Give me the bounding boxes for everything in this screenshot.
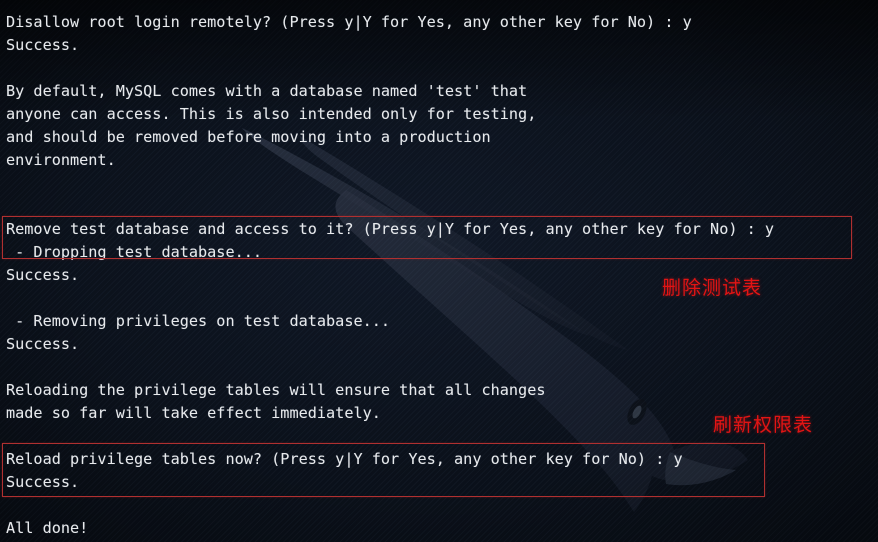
terminal-line: Success. [6,36,80,54]
delete-test-table-note: 删除测试表 [662,277,763,299]
terminal-line: Success. [6,335,80,353]
terminal-output[interactable]: Disallow root login remotely? (Press y|Y… [0,0,878,542]
terminal-line: made so far will take effect immediately… [6,404,381,422]
terminal-line: All done! [6,519,89,537]
terminal-line: anyone can access. This is also intended… [6,105,537,123]
terminal-line: environment. [6,151,116,169]
terminal-line: - Dropping test database... [6,243,263,261]
terminal-line: - Removing privileges on test database..… [6,312,391,330]
terminal-line: Reloading the privilege tables will ensu… [6,381,546,399]
terminal-screen[interactable]: Disallow root login remotely? (Press y|Y… [0,0,878,542]
terminal-line: By default, MySQL comes with a database … [6,82,528,100]
refresh-privilege-table-note: 刷新权限表 [713,414,814,436]
terminal-line: Success. [6,473,80,491]
terminal-line: Reload privilege tables now? (Press y|Y … [6,450,683,468]
terminal-line: Remove test database and access to it? (… [6,220,775,238]
terminal-line: and should be removed before moving into… [6,128,491,146]
terminal-line: Success. [6,266,80,284]
terminal-line: Disallow root login remotely? (Press y|Y… [6,13,692,31]
